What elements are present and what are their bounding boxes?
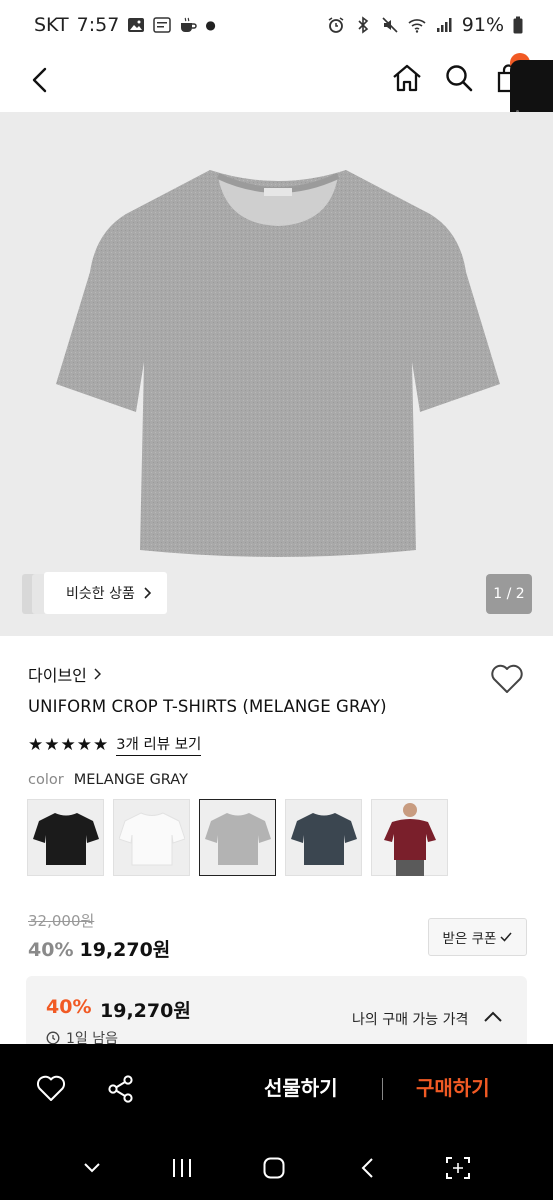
rating-stars: ★ ★ ★ ★ ★ [28, 735, 108, 755]
chevron-right-icon [94, 668, 101, 680]
rating-row: ★ ★ ★ ★ ★ 3개 리뷰 보기 [28, 733, 202, 756]
action-divider [382, 1078, 383, 1100]
model-thumb [383, 802, 436, 876]
nav-hide-keyboard-button[interactable] [78, 1154, 106, 1182]
star-icon: ★ [60, 734, 76, 755]
gallery-icon [128, 18, 145, 32]
color-label: color [28, 772, 64, 788]
back-icon [361, 1158, 373, 1178]
product-title: UNIFORM CROP T-SHIRTS (MELANGE GRAY) [28, 697, 387, 716]
similar-products-label: 비슷한 상품 [66, 586, 135, 602]
color-value: MELANGE GRAY [73, 772, 188, 788]
tshirt-thumb [118, 811, 185, 865]
battery-icon [513, 16, 523, 34]
received-coupon-button[interactable]: 받은 쿠폰 [428, 918, 527, 956]
app-header [0, 50, 553, 112]
tshirt-thumb [32, 812, 99, 865]
brand-name: 다이브인 [28, 666, 87, 685]
color-row: color MELANGE GRAY [28, 772, 188, 788]
share-icon[interactable] [106, 1074, 136, 1104]
nav-screenshot-button[interactable] [444, 1154, 472, 1182]
alarm-icon [328, 17, 344, 33]
review-link[interactable]: 3개 리뷰 보기 [116, 733, 202, 756]
product-image-carousel[interactable]: 비슷한 상품 1 / 2 [0, 112, 553, 636]
status-bar: SKT 7:57 ● 91% [0, 0, 553, 50]
my-price-discount: 40% [46, 996, 92, 1018]
cafe-icon [181, 17, 198, 32]
status-left: SKT 7:57 ● [34, 14, 216, 36]
buy-button[interactable]: 구매하기 [416, 1072, 490, 1101]
news-icon [153, 17, 172, 33]
heart-icon[interactable] [36, 1074, 66, 1104]
nav-back-button[interactable] [354, 1154, 382, 1182]
clock: 7:57 [76, 14, 120, 36]
color-swatches [27, 799, 448, 876]
discount-rate: 40% [28, 939, 74, 961]
wifi-icon [408, 19, 426, 33]
swatch-navy[interactable] [285, 799, 362, 876]
image-page-indicator: 1 / 2 [486, 574, 532, 614]
product-image [56, 170, 500, 557]
recents-icon [173, 1159, 191, 1177]
capture-icon [446, 1157, 470, 1179]
signal-icon [436, 18, 452, 32]
star-icon: ★ [28, 734, 44, 755]
heart-icon [491, 664, 523, 693]
more-notifications-dot: ● [205, 18, 216, 32]
mute-icon [382, 17, 398, 33]
my-price-value: 19,270원 [100, 1000, 191, 1022]
search-icon [446, 65, 473, 92]
star-icon: ★ [93, 734, 109, 755]
swatch-melange-gray[interactable] [199, 799, 276, 876]
tshirt-thumb [204, 812, 271, 865]
system-nav-bar [0, 1134, 553, 1200]
clock-icon [46, 1031, 60, 1045]
chevron-right-icon [144, 587, 151, 599]
tshirt-thumb [290, 812, 357, 865]
check-icon [500, 932, 513, 942]
home-circle-icon [263, 1157, 285, 1179]
coupon-label: 받은 쿠폰 [442, 931, 497, 947]
bluetooth-icon [358, 16, 368, 34]
star-icon: ★ [44, 734, 60, 755]
swatch-black[interactable] [27, 799, 104, 876]
chevron-up-icon[interactable] [482, 1008, 504, 1026]
sale-price: 19,270원 [79, 939, 171, 961]
gift-button[interactable]: 선물하기 [264, 1072, 338, 1101]
nav-home-button[interactable] [260, 1154, 288, 1182]
chevron-left-icon [32, 67, 47, 93]
carrier: SKT [34, 14, 69, 36]
wishlist-button[interactable] [488, 660, 526, 698]
nav-recents-button[interactable] [168, 1154, 196, 1182]
swatch-burgundy[interactable] [371, 799, 448, 876]
back-button[interactable] [22, 62, 58, 98]
chevron-down-icon [84, 1163, 100, 1173]
my-price-label: 나의 구매 가능 가격 [352, 1012, 469, 1028]
purchase-action-bar: 선물하기 구매하기 [0, 1044, 553, 1134]
star-icon: ★ [76, 734, 92, 755]
original-price: 32,000원 [28, 912, 95, 930]
home-button[interactable] [388, 59, 426, 97]
price-row: 40% 19,270원 [28, 935, 170, 962]
status-right: 91% [327, 14, 523, 36]
swatch-white[interactable] [113, 799, 190, 876]
brand-link[interactable]: 다이브인 [28, 662, 101, 686]
home-icon [393, 64, 421, 92]
similar-products-button[interactable]: 비슷한 상품 [44, 572, 167, 614]
search-button[interactable] [440, 59, 478, 97]
battery-percent: 91% [461, 14, 504, 36]
